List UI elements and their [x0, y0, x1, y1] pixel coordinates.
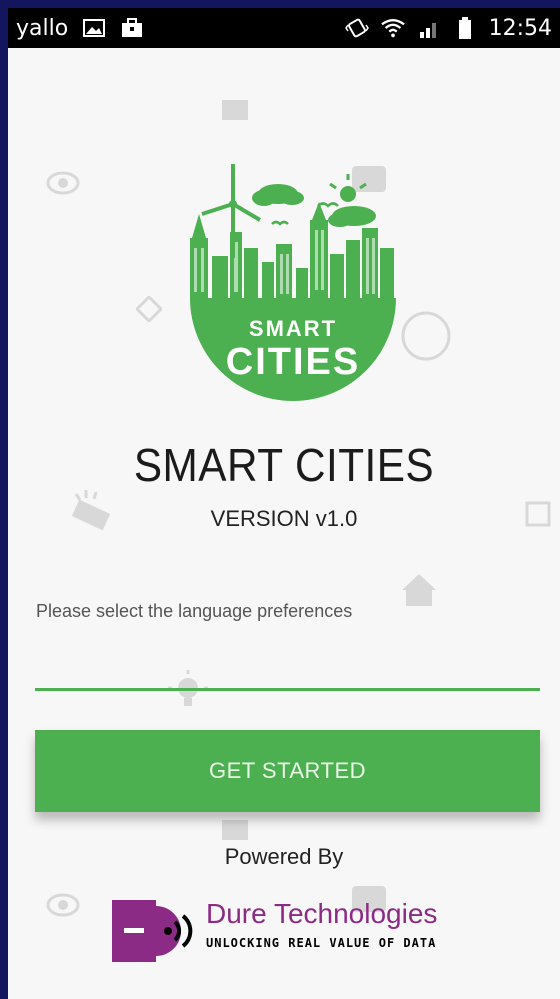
- image-icon: [82, 18, 106, 38]
- language-select[interactable]: [35, 638, 540, 688]
- status-left: yallo: [8, 16, 152, 41]
- dure-brand-mark: [112, 900, 193, 962]
- carrier-label: yallo: [16, 15, 69, 41]
- logo-text-smart: SMART: [249, 316, 337, 341]
- brand-name: Dure Technologies: [206, 898, 438, 929]
- version-label: VERSION v1.0: [210, 506, 358, 531]
- language-prompt: Please select the language preferences: [36, 601, 353, 621]
- app-screen: SMART CITIES SMART CITIES VERSION v1.0 P…: [8, 48, 560, 999]
- wifi-icon: [380, 18, 405, 38]
- device-frame: yallo 12:54 SMART CITIES SMART CITIES VE…: [0, 0, 560, 999]
- diamond-icon: [136, 296, 162, 322]
- vibrate-icon: [344, 18, 369, 38]
- powered-by-label: Powered By: [224, 844, 344, 869]
- app-title: SMART CITIES: [133, 439, 435, 491]
- smart-cities-logo: SMART CITIES: [178, 158, 408, 418]
- eye-icon: [46, 893, 80, 917]
- language-select-underline: [35, 688, 540, 691]
- status-bar: yallo 12:54: [8, 8, 560, 48]
- eye-icon: [46, 171, 80, 195]
- camera-icon: [222, 100, 248, 120]
- signal-icon: [417, 18, 441, 38]
- bag-icon: [120, 18, 144, 38]
- house-icon: [402, 574, 436, 606]
- camera-icon: [222, 820, 248, 840]
- brand-tagline: UNLOCKING REAL VALUE OF DATA: [206, 936, 437, 950]
- battery-icon: [453, 17, 477, 39]
- status-right: 12:54: [337, 16, 560, 41]
- get-started-button[interactable]: GET STARTED: [35, 730, 540, 812]
- logo-text-cities: CITIES: [226, 341, 360, 383]
- clock-label: 12:54: [488, 15, 552, 41]
- dure-technologies-logo: Dure Technologies UNLOCKING REAL VALUE O…: [112, 898, 472, 966]
